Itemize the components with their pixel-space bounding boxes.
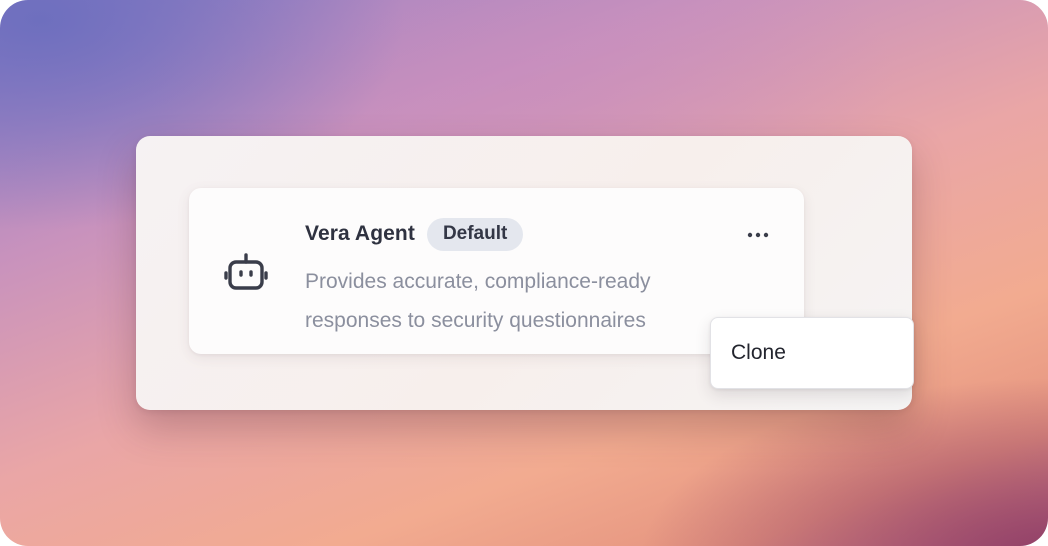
- agent-card[interactable]: Vera Agent Default Provides accurate, co…: [189, 188, 914, 389]
- default-badge: Default: [426, 217, 524, 251]
- more-horizontal-icon: [747, 232, 769, 238]
- background-frame: Vera Agent Default Provides accurate, co…: [0, 0, 1048, 546]
- menu-item-clone[interactable]: Clone: [711, 318, 913, 388]
- agent-description-line-1: Provides accurate, compliance-ready: [305, 270, 651, 293]
- panel: Vera Agent Default Provides accurate, co…: [136, 136, 914, 410]
- options-dropdown-menu: Clone: [710, 317, 914, 389]
- agent-title-row: Vera Agent Default: [305, 216, 524, 252]
- agent-name: Vera Agent: [305, 222, 415, 245]
- robot-icon: [221, 248, 271, 298]
- agent-description: Provides accurate, compliance-ready resp…: [305, 262, 665, 342]
- more-options-button[interactable]: [742, 221, 774, 249]
- agent-description-line-2: responses to security questionnaires: [305, 309, 646, 332]
